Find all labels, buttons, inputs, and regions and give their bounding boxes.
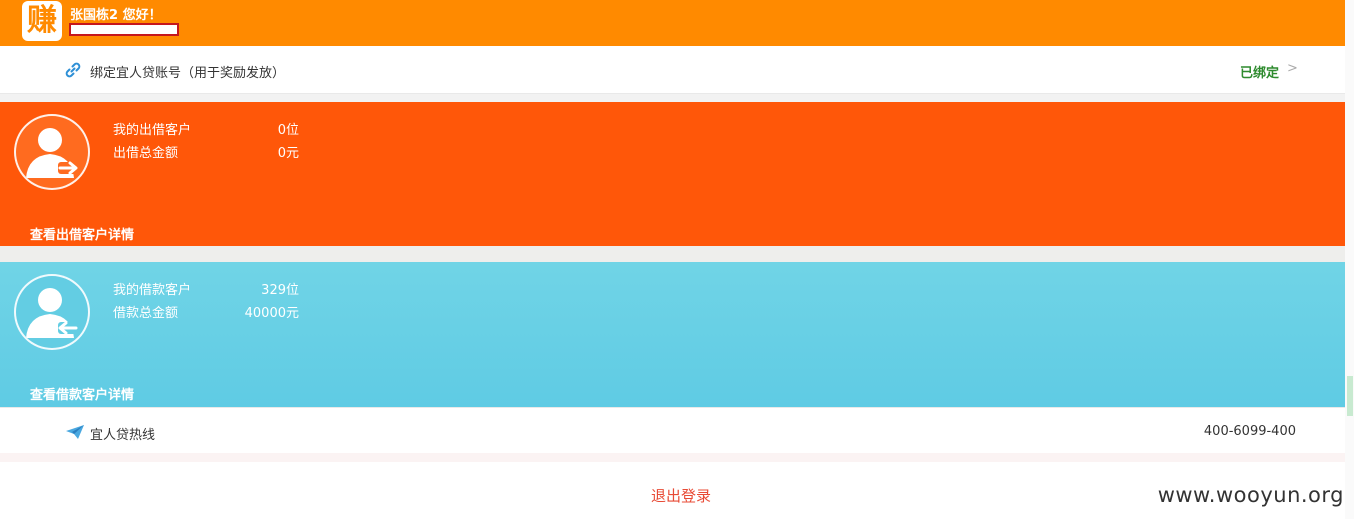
bind-account-row[interactable]: 绑定宜人贷账号（用于奖励发放） 已绑定 > (0, 46, 1345, 94)
paper-plane-icon (66, 425, 84, 439)
lend-customers-label: 我的出借客户 (113, 123, 192, 138)
borrow-panel: 我的借款客户 329位 借款总金额 40000元 查看借款客户详情 (0, 262, 1345, 407)
lend-amount-value: 0元 (277, 146, 299, 161)
borrow-amount-value: 40000元 (244, 306, 299, 321)
chevron-right-icon: > (1287, 61, 1298, 76)
redacted-username (69, 23, 179, 36)
section-divider (0, 246, 1345, 262)
app-logo: 赚 (22, 1, 62, 41)
scrollbar-thumb[interactable] (1347, 376, 1353, 416)
watermark: www.wooyun.org (1157, 483, 1344, 507)
logout-button[interactable]: 退出登录 (600, 485, 762, 506)
link-icon (65, 62, 81, 78)
lend-detail-link[interactable]: 查看出借客户详情 (30, 224, 134, 243)
bind-account-label: 绑定宜人贷账号（用于奖励发放） (90, 66, 286, 81)
app-page: 赚 张国栋2 您好！ 绑定宜人贷账号（用于奖励发放） 已绑定 > 我的出借客户 … (0, 0, 1345, 519)
scrollbar[interactable] (1345, 0, 1354, 519)
lend-customers-value: 0位 (277, 123, 299, 138)
borrow-customers-label: 我的借款客户 (113, 283, 192, 298)
lend-amount-label: 出借总金额 (113, 146, 179, 161)
lend-panel: 我的出借客户 0位 出借总金额 0元 查看出借客户详情 (0, 102, 1345, 246)
section-divider (0, 453, 1345, 462)
user-arrow-out-icon (14, 114, 90, 190)
section-divider (0, 94, 1345, 102)
hotline-phone[interactable]: 400-6099-400 (1196, 424, 1296, 439)
borrow-amount-label: 借款总金额 (113, 306, 179, 321)
header-bar: 赚 张国栋2 您好！ (0, 0, 1345, 46)
user-greeting: 张国栋2 您好！ (70, 8, 162, 23)
user-arrow-in-icon (14, 274, 90, 350)
borrow-customers-value: 329位 (261, 283, 299, 298)
hotline-row[interactable]: 宜人贷热线 400-6099-400 (0, 407, 1345, 454)
borrow-detail-link[interactable]: 查看借款客户详情 (30, 384, 134, 403)
hotline-label: 宜人贷热线 (90, 428, 156, 443)
bind-status: 已绑定 (1240, 66, 1280, 81)
